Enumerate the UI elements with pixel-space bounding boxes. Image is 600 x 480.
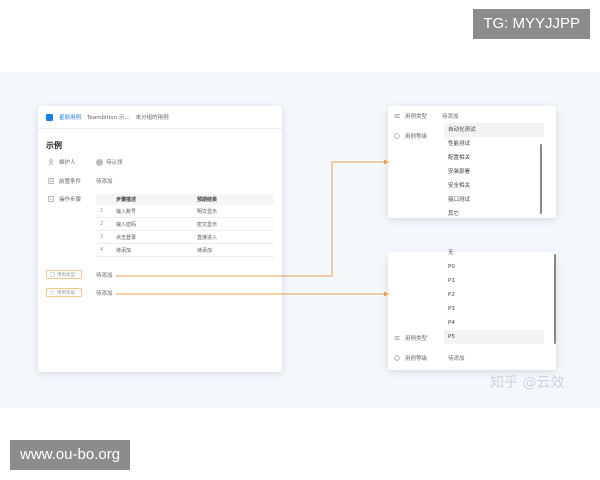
precondition-value[interactable]: 待添加 bbox=[96, 177, 113, 185]
table-row[interactable]: 4 待添加 待添加 bbox=[96, 243, 274, 257]
option-install[interactable]: 安装部署 bbox=[444, 165, 544, 179]
tg-badge: TG: MYYJJPP bbox=[473, 9, 590, 39]
circle-icon bbox=[394, 355, 400, 361]
level-scrollbar[interactable] bbox=[554, 254, 556, 344]
row-num: 1 bbox=[96, 205, 112, 218]
level-value[interactable]: 待添加 bbox=[96, 289, 113, 297]
row-result[interactable]: 待添加 bbox=[193, 243, 274, 257]
dd-type-value[interactable]: 待添加 bbox=[442, 112, 459, 120]
dd-type-label: 用例类型 bbox=[405, 114, 428, 120]
option-config[interactable]: 配置相关 bbox=[444, 151, 544, 165]
maintainer-text: 待认领 bbox=[106, 160, 123, 166]
field-level-tag[interactable]: 用例等级 bbox=[46, 288, 82, 297]
field-maintainer: 维护人 bbox=[48, 158, 76, 166]
tag-icon bbox=[50, 272, 55, 277]
dd-type-row: 用例类型 bbox=[394, 112, 427, 120]
row-step[interactable]: 输入密码 bbox=[112, 217, 193, 231]
list-icon bbox=[394, 336, 400, 340]
field-maintainer-label: 维护人 bbox=[59, 160, 76, 166]
circle-icon bbox=[50, 290, 55, 295]
option-automation[interactable]: 自动化测试 bbox=[444, 123, 544, 137]
type-options-list: 自动化测试 性能测试 配置相关 安装部署 安全相关 接口测试 其它 bbox=[444, 123, 544, 221]
option-p4[interactable]: P4 bbox=[444, 316, 544, 330]
row-result[interactable]: 直接进入 bbox=[193, 230, 274, 244]
user-icon bbox=[48, 159, 54, 165]
row-step[interactable]: 输入账号 bbox=[112, 205, 193, 218]
table-row[interactable]: 1 输入账号 明文显示 bbox=[96, 205, 274, 218]
field-type-tag[interactable]: 用例类型 bbox=[46, 270, 82, 279]
list-icon bbox=[394, 114, 400, 118]
field-precondition-label: 前置条件 bbox=[59, 179, 82, 185]
avatar bbox=[96, 159, 103, 166]
option-p5[interactable]: P5 bbox=[444, 330, 544, 344]
type-value[interactable]: 待添加 bbox=[96, 271, 113, 279]
table-row[interactable]: 3 点击登录 直接进入 bbox=[96, 230, 274, 244]
option-performance[interactable]: 性能测试 bbox=[444, 137, 544, 151]
option-api[interactable]: 接口测试 bbox=[444, 193, 544, 207]
logo-icon bbox=[46, 113, 53, 121]
field-type-label: 用例类型 bbox=[57, 272, 75, 278]
breadcrumb-group[interactable]: 未分组的用例 bbox=[136, 113, 169, 121]
table-header-step: 步骤描述 bbox=[112, 194, 193, 205]
maintainer-value[interactable]: 待认领 bbox=[96, 158, 123, 166]
option-p2[interactable]: P2 bbox=[444, 288, 544, 302]
table-row[interactable]: 2 输入密码 密文显示 bbox=[96, 217, 274, 231]
field-steps-label: 操作步骤 bbox=[59, 197, 82, 203]
field-precondition: 前置条件 bbox=[48, 177, 81, 185]
page-title: 示例 bbox=[46, 141, 62, 150]
row-result[interactable]: 密文显示 bbox=[193, 217, 274, 231]
table-header-row: 步骤描述 预期结果 bbox=[96, 194, 274, 205]
option-other[interactable]: 其它 bbox=[444, 207, 544, 221]
watermark: 知乎 @云效 bbox=[490, 375, 565, 391]
testcase-card: 星辰用例 Teambition 示... 未分组的用例 示例 维护人 待认领 前… bbox=[38, 106, 282, 372]
type-dropdown-card: 用例类型 待添加 用例等级 自动化测试 性能测试 配置相关 安装部署 安全相关 … bbox=[388, 106, 556, 218]
table-header-num bbox=[96, 194, 112, 205]
row-result[interactable]: 明文显示 bbox=[193, 205, 274, 218]
dd-level-label: 用例等级 bbox=[405, 134, 428, 140]
row-num: 2 bbox=[96, 217, 112, 231]
breadcrumb-project[interactable]: Teambition 示... bbox=[87, 113, 130, 121]
row-num: 4 bbox=[96, 243, 112, 257]
steps-table: 步骤描述 预期结果 1 输入账号 明文显示 2 输入密码 密文显示 3 点击登录… bbox=[96, 194, 274, 257]
row-step[interactable]: 待添加 bbox=[112, 243, 193, 257]
option-p0[interactable]: P0 bbox=[444, 260, 544, 274]
dd2-level-label: 用例等级 bbox=[405, 356, 428, 362]
brand-name[interactable]: 星辰用例 bbox=[59, 113, 81, 121]
field-level-label: 用例等级 bbox=[57, 290, 75, 296]
dd2-level-row: 用例等级 bbox=[394, 354, 427, 362]
type-scrollbar[interactable] bbox=[540, 144, 542, 214]
level-dropdown-card: 无 P0 P1 P2 P3 P4 P5 用例类型 用例等级 待添加 bbox=[388, 250, 556, 370]
site-badge: www.ou-bo.org bbox=[10, 440, 131, 470]
option-none[interactable]: 无 bbox=[444, 246, 544, 260]
field-steps: 操作步骤 bbox=[48, 195, 81, 203]
level-options-list: 无 P0 P1 P2 P3 P4 P5 bbox=[444, 246, 544, 344]
option-p3[interactable]: P3 bbox=[444, 302, 544, 316]
card-topbar: 星辰用例 Teambition 示... 未分组的用例 bbox=[38, 106, 282, 129]
dd2-level-value[interactable]: 待添加 bbox=[448, 354, 465, 362]
document-icon bbox=[48, 178, 54, 184]
option-security[interactable]: 安全相关 bbox=[444, 179, 544, 193]
table-header-result: 预期结果 bbox=[193, 194, 274, 205]
dd2-type-row: 用例类型 bbox=[394, 334, 427, 342]
row-num: 3 bbox=[96, 230, 112, 244]
dd2-type-label: 用例类型 bbox=[405, 336, 428, 342]
list-icon bbox=[48, 196, 54, 202]
circle-icon bbox=[394, 133, 400, 139]
dd-level-row: 用例等级 bbox=[394, 132, 427, 140]
row-step[interactable]: 点击登录 bbox=[112, 230, 193, 244]
option-p1[interactable]: P1 bbox=[444, 274, 544, 288]
